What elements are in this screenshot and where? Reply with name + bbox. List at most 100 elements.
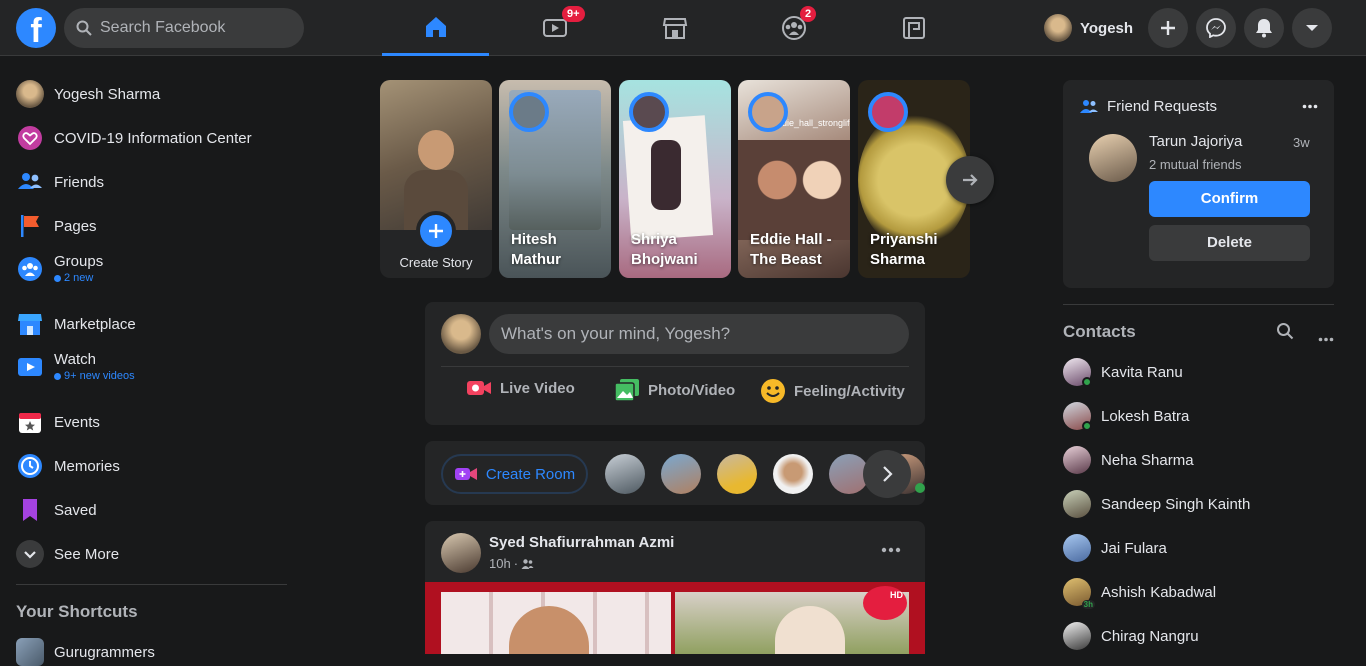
create-story-photo	[380, 80, 492, 230]
contacts-options-button[interactable]	[1318, 329, 1334, 347]
sidebar-item-label: Friends	[54, 173, 105, 191]
room-avatar[interactable]	[661, 454, 701, 494]
account-menu-button[interactable]	[1292, 8, 1332, 48]
mutual-friends: 2 mutual friends	[1149, 157, 1242, 172]
sidebar-item-pages[interactable]: Pages	[16, 212, 97, 240]
search-input[interactable]	[100, 19, 290, 37]
post-options-button[interactable]	[875, 537, 907, 563]
contact-item[interactable]: Chirag Nangru	[1063, 622, 1199, 650]
shortcut-label: Gurugrammers	[54, 643, 155, 661]
search-box[interactable]	[64, 8, 304, 48]
sidebar-item-watch[interactable]: Watch 9+ new videos	[16, 351, 135, 382]
groups-new-count: 2 new	[54, 272, 103, 284]
contact-name: Ashish Kabadwal	[1101, 583, 1217, 601]
post-time[interactable]: 10h	[489, 556, 511, 571]
search-icon	[76, 20, 92, 36]
friend-requests-card: Friend Requests Tarun Jajoriya 3w 2 mutu…	[1063, 80, 1334, 288]
watch-badge: 9+	[562, 6, 585, 22]
rooms-next-button[interactable]	[863, 450, 911, 498]
contact-name: Sandeep Singh Kainth	[1101, 495, 1251, 513]
create-room-button[interactable]: Create Room	[441, 454, 588, 494]
messenger-button[interactable]	[1196, 8, 1236, 48]
shortcut-item[interactable]: Gurugrammers	[16, 638, 155, 666]
notifications-button[interactable]	[1244, 8, 1284, 48]
chevron-right-icon	[883, 466, 893, 482]
memories-clock-icon	[16, 452, 44, 480]
delete-button[interactable]: Delete	[1149, 225, 1310, 261]
photo-icon	[614, 379, 639, 402]
right-divider	[1063, 304, 1334, 305]
create-button[interactable]	[1148, 8, 1188, 48]
sidebar-item-groups[interactable]: Groups 2 new	[16, 253, 103, 284]
sidebar-item-label: Yogesh Sharma	[54, 85, 161, 103]
contact-avatar	[1063, 534, 1091, 562]
contact-item[interactable]: Lokesh Batra	[1063, 402, 1189, 431]
post-author-name[interactable]: Syed Shafiurrahman Azmi	[489, 534, 674, 551]
sidebar-item-memories[interactable]: Memories	[16, 452, 120, 480]
story-avatar	[748, 92, 788, 132]
contact-item[interactable]: Neha Sharma	[1063, 446, 1194, 474]
add-story-button[interactable]	[416, 211, 456, 251]
live-video-button[interactable]: Live Video	[466, 378, 575, 398]
sidebar-item-events[interactable]: Events	[16, 408, 100, 436]
story-card[interactable]: eddie_hall_stronglife Eddie Hall - The Be…	[738, 80, 850, 278]
nav-gaming-tab[interactable]	[860, 0, 967, 56]
home-icon	[425, 16, 446, 37]
sidebar-item-profile[interactable]: Yogesh Sharma	[16, 80, 160, 108]
sidebar-item-covid[interactable]: COVID-19 Information Center	[16, 124, 252, 152]
room-avatar[interactable]	[605, 454, 645, 494]
confirm-button[interactable]: Confirm	[1149, 181, 1310, 217]
feeling-activity-button[interactable]: Feeling/Activity	[760, 378, 905, 404]
composer-input[interactable]: What's on your mind, Yogesh?	[489, 314, 909, 354]
room-avatar[interactable]	[717, 454, 757, 494]
requester-avatar[interactable]	[1089, 134, 1137, 182]
facebook-logo-icon[interactable]: f	[16, 8, 56, 48]
contact-item[interactable]: 3h Ashish Kabadwal	[1063, 578, 1217, 609]
requester-name[interactable]: Tarun Jajoriya	[1149, 133, 1242, 150]
create-story-card[interactable]: Create Story	[380, 80, 492, 278]
friends-icon	[16, 168, 44, 196]
page-scrollbar[interactable]	[1350, 56, 1366, 654]
story-card[interactable]: Shriya Bhojwani	[619, 80, 731, 278]
contact-item[interactable]: Sandeep Singh Kainth	[1063, 490, 1250, 518]
room-avatar[interactable]	[773, 454, 813, 494]
nav-home-tab[interactable]	[382, 0, 489, 56]
sidebar-item-label: Events	[54, 413, 100, 431]
online-dot	[915, 483, 925, 493]
contact-item[interactable]: Jai Fulara	[1063, 534, 1167, 562]
story-name: Hitesh Mathur	[511, 231, 561, 268]
sidebar-item-see-more[interactable]: See More	[16, 540, 119, 568]
contact-item[interactable]: Kavita Ranu	[1063, 358, 1183, 387]
sidebar-item-label: See More	[54, 545, 120, 563]
live-video-icon	[467, 381, 491, 395]
stories-next-button[interactable]	[946, 156, 994, 204]
story-card[interactable]: Hitesh Mathur	[499, 80, 611, 278]
nav-marketplace-tab[interactable]	[621, 0, 728, 56]
profile-chip[interactable]: Yogesh	[1044, 12, 1133, 44]
contacts-search-button[interactable]	[1276, 322, 1294, 345]
sidebar-item-marketplace[interactable]: Marketplace	[16, 310, 136, 338]
shortcuts-title: Your Shortcuts	[16, 602, 138, 621]
friend-requests-options-button[interactable]	[1297, 98, 1323, 114]
more-horizontal-icon	[1302, 104, 1318, 108]
sidebar-item-friends[interactable]: Friends	[16, 168, 104, 196]
arrow-right-icon	[963, 174, 978, 186]
nav-groups-tab[interactable]: 2	[740, 0, 847, 56]
contacts-title: Contacts	[1063, 322, 1136, 341]
nav-watch-tab[interactable]: 9+	[501, 0, 608, 56]
sidebar-divider	[16, 584, 287, 585]
post-author-avatar[interactable]	[441, 533, 481, 573]
bookmark-icon	[16, 496, 44, 524]
contact-avatar	[1063, 490, 1091, 518]
story-name: Shriya Bhojwani	[631, 231, 698, 268]
sidebar-item-saved[interactable]: Saved	[16, 496, 97, 524]
post-image[interactable]: HD	[425, 582, 925, 654]
top-bar: f 9+ 2 Yogesh	[0, 0, 1366, 56]
bell-icon	[1256, 19, 1272, 38]
plus-icon	[429, 224, 443, 238]
sidebar-item-label: Memories	[54, 457, 120, 475]
chevron-down-icon	[16, 540, 44, 568]
contact-name: Kavita Ranu	[1101, 363, 1183, 381]
photo-video-button[interactable]: Photo/Video	[614, 378, 735, 402]
more-horizontal-icon	[881, 547, 901, 553]
